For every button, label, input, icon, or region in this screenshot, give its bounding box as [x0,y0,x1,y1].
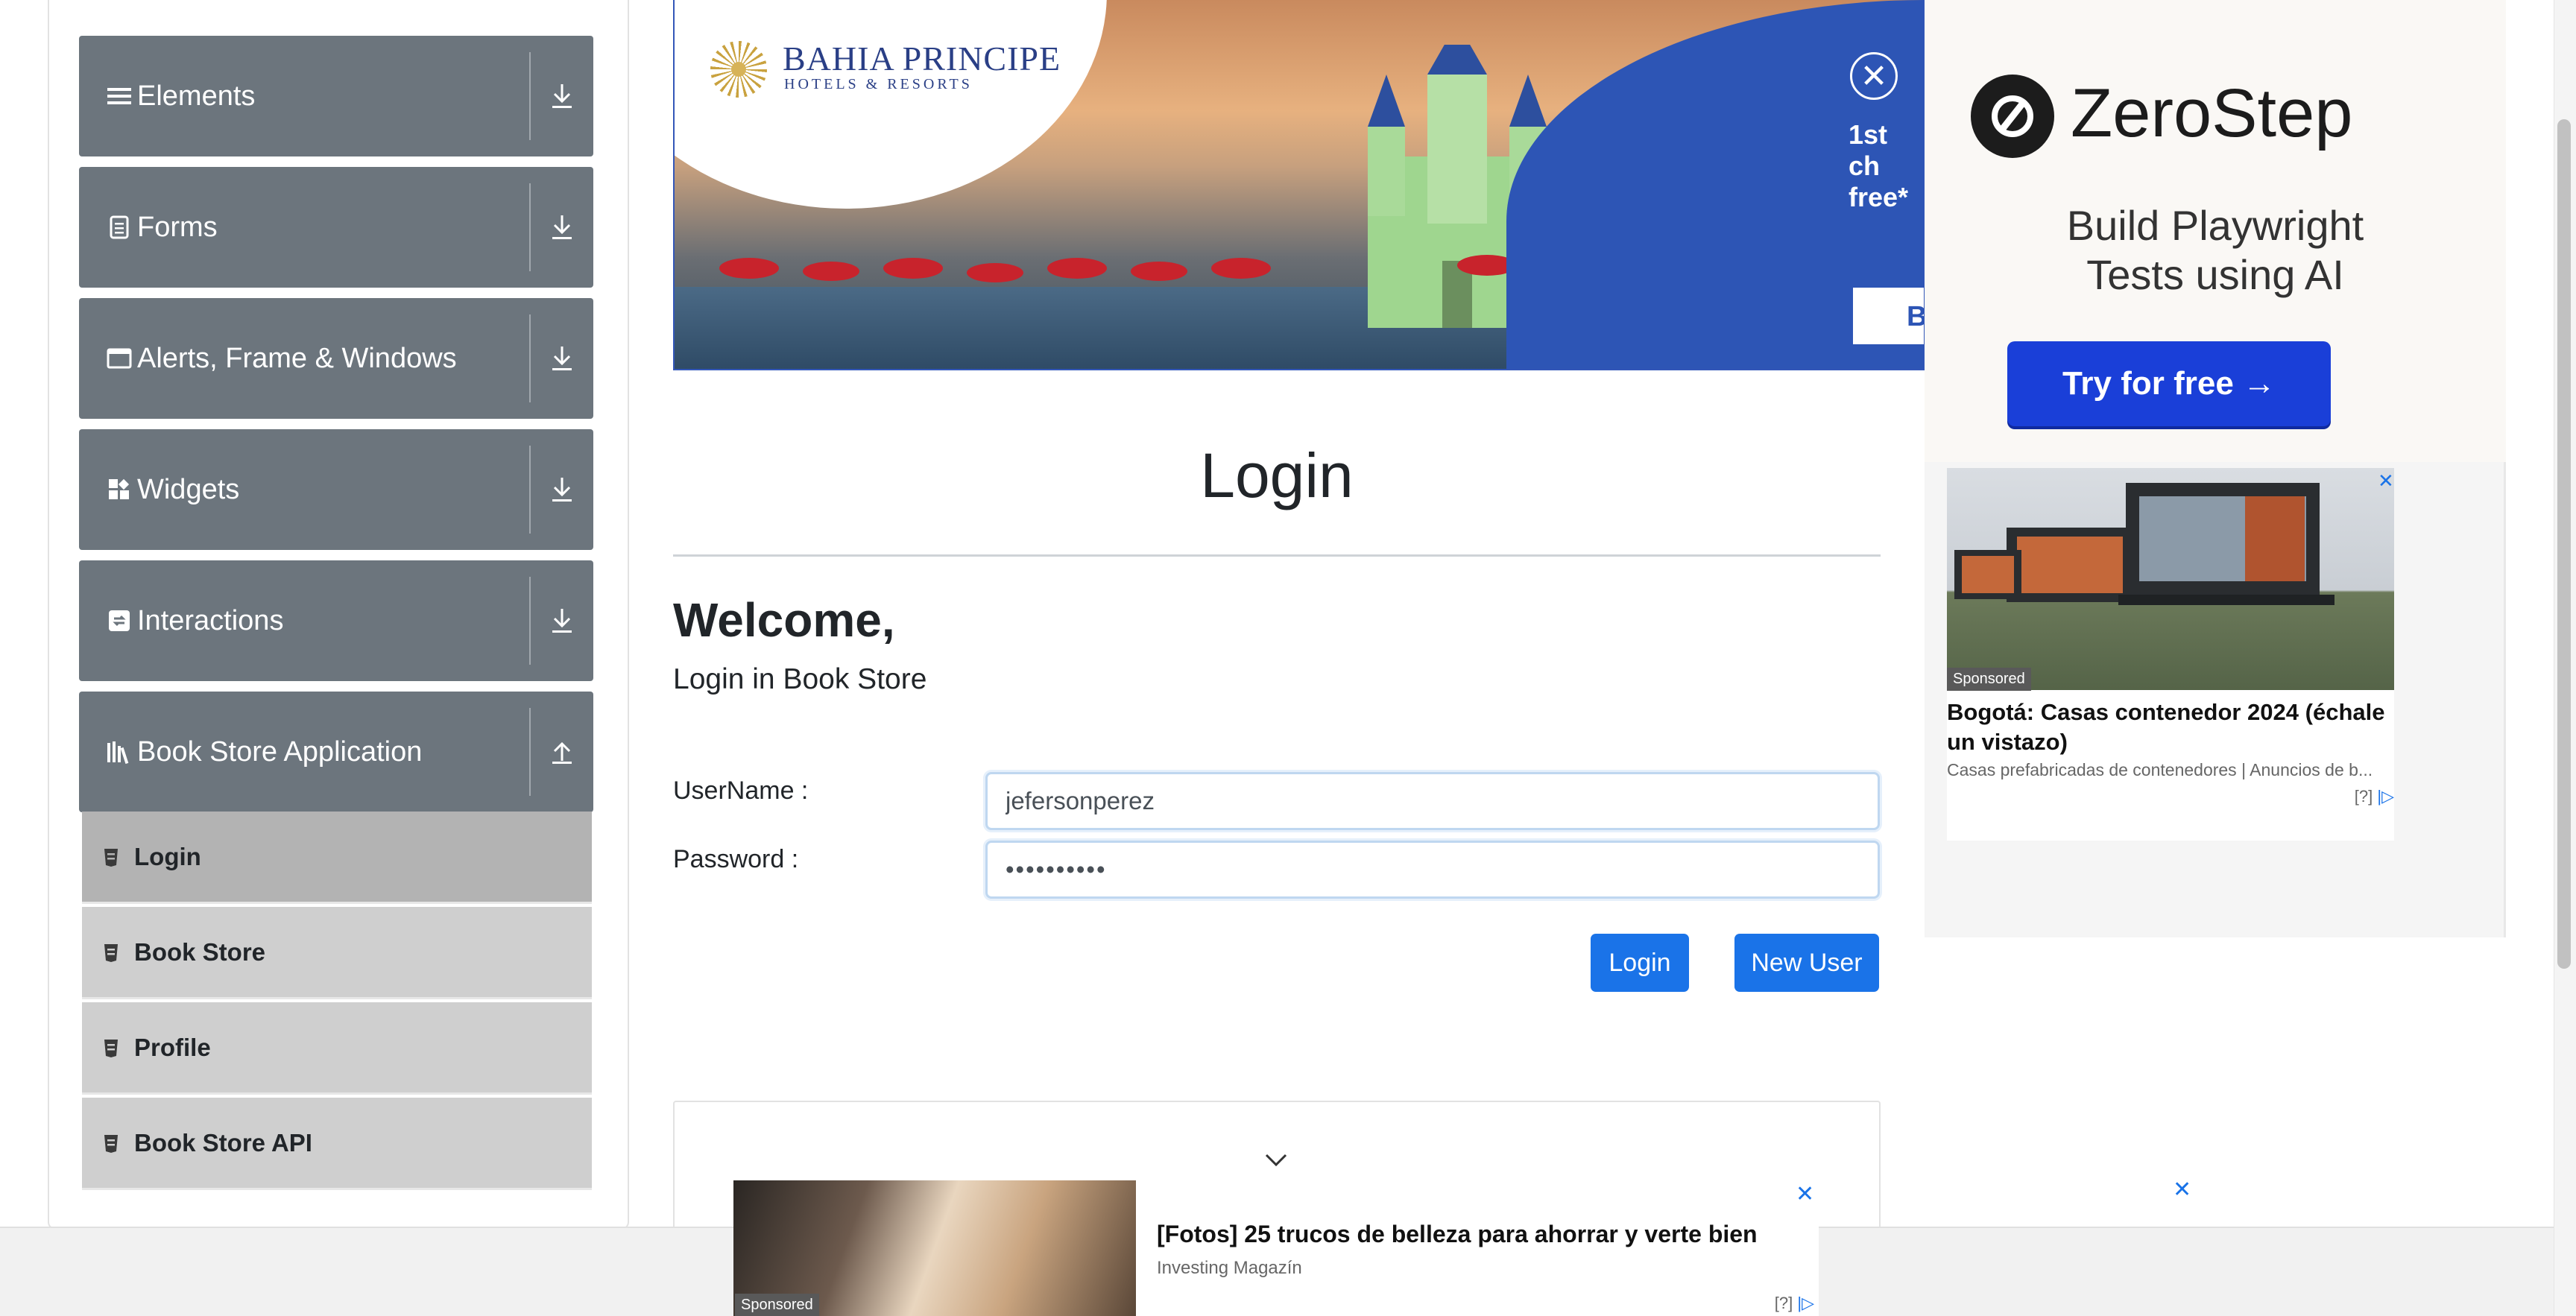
zerostep-brand: ZeroStep [2071,75,2353,151]
bahia-principe-logo-icon [710,41,767,98]
sidebar-group-label: Elements [137,80,256,112]
sidebar-group-label: Widgets [137,473,240,505]
adchoices-icon[interactable]: [?] |▷ [1775,1294,1814,1313]
sponsored-badge: Sponsored [1947,668,2031,691]
login-subtitle: Login in Book Store [673,663,927,695]
sticky-ad-source: Investing Magazín [1157,1258,1302,1278]
sidebar-item-label: Book Store [134,937,266,966]
grid-icon [104,478,134,501]
promo-line: 1st ch [1849,119,1888,181]
username-label: UserName : [673,776,809,805]
sidebar-item-profile[interactable]: Profile [82,1002,592,1095]
headline-line: Tests using AI [2086,251,2344,298]
adchoices-triangle-icon: |▷ [2377,787,2394,806]
close-icon[interactable]: ✕ [2378,468,2394,493]
sidebar-group-label: Forms [137,211,218,243]
headline-line: Build Playwright [2066,202,2364,249]
sidebar-item-book-store-api[interactable]: Book Store API [82,1098,592,1190]
right-ad-column: ZeroStep Build Playwright Tests using AI… [1925,0,2506,937]
download-arrow-icon[interactable] [531,214,593,241]
password-label: Password : [673,845,799,873]
sticky-bottom-ad[interactable]: Sponsored [Fotos] 25 trucos de belleza p… [733,1180,1819,1316]
sponsored-source: Casas prefabricadas de contenedores | An… [1947,760,2373,779]
sidebar-group-interactions[interactable]: Interactions [79,560,593,681]
upload-arrow-icon[interactable] [531,738,593,765]
sponsored-badge: Sponsored [735,1294,819,1316]
close-icon[interactable]: ✕ [1796,1182,1814,1207]
download-arrow-icon[interactable] [531,607,593,634]
adchoices-triangle-icon: |▷ [1797,1294,1814,1312]
download-arrow-icon[interactable] [531,345,593,372]
zerostep-headline: Build Playwright Tests using AI [1925,201,2506,300]
sidebar-group-book-store-application[interactable]: Book Store Application [79,692,593,812]
sidebar-group-widgets[interactable]: Widgets [79,429,593,550]
interaction-icon [104,610,134,632]
sidebar-item-label: Login [134,842,201,870]
password-input[interactable] [985,841,1880,899]
hamburger-icon [104,86,134,107]
container-house-image [1947,468,2394,690]
sidebar-group-elements[interactable]: Elements [79,36,593,156]
sticky-ad-title[interactable]: [Fotos] 25 trucos de belleza para ahorra… [1157,1221,1758,1248]
zerostep-logo-icon [1971,75,2054,158]
banner-cta-button[interactable]: B [1851,285,1924,347]
sidebar-group-label: Interactions [137,604,284,636]
chevron-down-icon[interactable] [1265,1154,1287,1167]
scrollbar-thumb[interactable] [2557,119,2571,969]
sponsored-card[interactable]: Sponsored ✕ Bogotá: Casas contenedor 202… [1947,468,2394,841]
window-icon [104,347,134,370]
zerostep-ad[interactable]: ZeroStep Build Playwright Tests using AI… [1925,0,2506,462]
try-for-free-button[interactable]: Try for free → [2007,341,2331,426]
sidebar-group-alerts[interactable]: Alerts, Frame & Windows [79,298,593,419]
page-title: Login [1200,440,1354,510]
banner-promo-text: 1st ch free* [1849,119,1924,213]
sidebar-item-login[interactable]: Login [82,812,592,904]
banner-ad[interactable]: BAHIA PRINCIPE HOTELS & RESORTS ✕ 1st ch… [673,0,1925,370]
new-user-button[interactable]: New User [1734,934,1879,992]
sidebar-group-label: Alerts, Frame & Windows [137,342,457,374]
sidebar-group-forms[interactable]: Forms [79,167,593,288]
login-button[interactable]: Login [1591,934,1689,992]
download-arrow-icon[interactable] [531,83,593,110]
welcome-heading: Welcome, [673,593,895,647]
banner-white-shape [675,0,1107,209]
file-icon [103,1038,124,1057]
username-input[interactable] [985,772,1880,830]
sidebar-item-book-store[interactable]: Book Store [82,907,592,999]
books-icon [104,740,134,764]
promo-line: free* [1849,182,1909,212]
sidebar-group-label: Book Store Application [137,735,423,768]
close-icon[interactable]: ✕ [2173,1177,2191,1203]
adchoices-label: [?] [1774,1294,1793,1312]
divider [673,554,1881,557]
adchoices-icon[interactable]: [?] |▷ [2355,787,2394,806]
sponsored-title[interactable]: Bogotá: Casas contenedor 2024 (échale un… [1947,697,2394,757]
file-icon [103,943,124,962]
sidebar-item-label: Profile [134,1033,211,1061]
download-arrow-icon[interactable] [531,476,593,503]
banner-brand-subtitle: HOTELS & RESORTS [784,76,973,92]
document-icon [104,215,134,239]
file-icon [103,1133,124,1153]
adchoices-label: [?] [2354,787,2373,806]
banner-brand: BAHIA PRINCIPE [783,39,1061,77]
file-icon [103,847,124,867]
close-icon[interactable]: ✕ [1850,52,1898,100]
sidebar-item-label: Book Store API [134,1128,312,1157]
